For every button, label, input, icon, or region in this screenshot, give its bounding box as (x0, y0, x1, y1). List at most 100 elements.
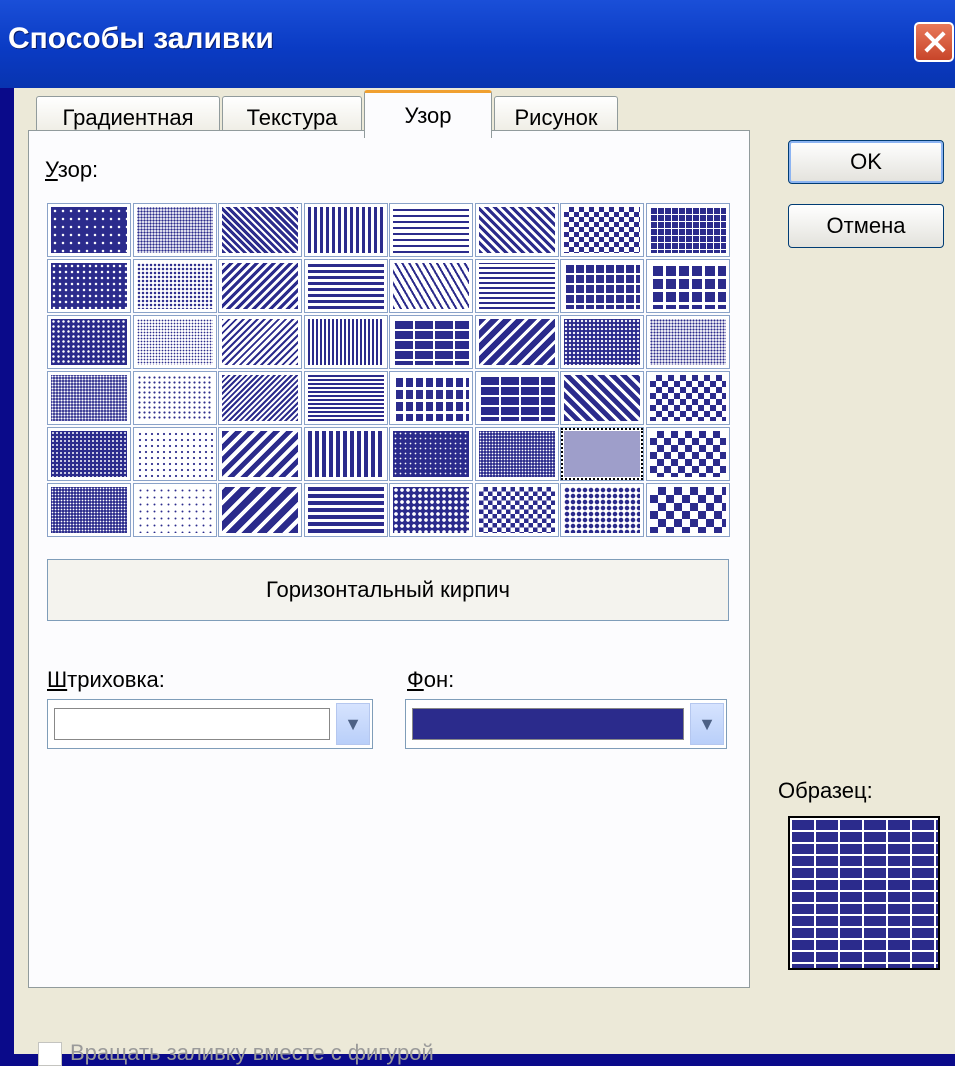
pattern-swatch[interactable] (389, 427, 473, 481)
pattern-swatch[interactable] (474, 203, 559, 257)
pattern-swatch[interactable] (303, 483, 388, 537)
pattern-fill (136, 431, 213, 477)
pattern-fill (393, 207, 469, 253)
pattern-fill (51, 207, 127, 253)
pattern-fill (478, 487, 555, 533)
foreground-label: Штриховка: (47, 667, 165, 692)
close-icon[interactable] (914, 22, 954, 62)
pattern-swatch[interactable] (303, 259, 388, 313)
pattern-swatch[interactable] (47, 259, 131, 313)
pattern-fill (222, 431, 298, 477)
pattern-swatch[interactable] (389, 371, 473, 425)
pattern-fill (51, 319, 127, 365)
pattern-swatch[interactable] (474, 259, 559, 313)
pattern-swatch[interactable] (47, 203, 131, 257)
pattern-fill (478, 375, 555, 421)
pattern-fill (222, 375, 298, 421)
pattern-swatch[interactable] (389, 203, 473, 257)
pattern-fill (307, 263, 384, 309)
pattern-swatch[interactable] (132, 371, 217, 425)
pattern-fill (136, 319, 213, 365)
pattern-swatch[interactable] (645, 315, 730, 369)
pattern-fill (564, 319, 640, 365)
pattern-fill (478, 263, 555, 309)
chevron-down-icon[interactable]: ▼ (690, 703, 724, 745)
pattern-tab-panel: Узор: Горизонтальный кирпич Штриховка: ▼… (28, 130, 750, 988)
pattern-swatch[interactable] (474, 427, 559, 481)
pattern-fill (222, 207, 298, 253)
pattern-fill (222, 263, 298, 309)
pattern-swatch[interactable] (132, 427, 217, 481)
tab-pattern[interactable]: Узор (364, 90, 492, 138)
pattern-fill (649, 207, 726, 253)
cancel-button[interactable]: Отмена (788, 204, 944, 248)
pattern-label: Узор: (45, 157, 99, 182)
dialog-title: Способы заливки (8, 22, 274, 55)
sample-preview (788, 816, 940, 970)
pattern-grid (47, 203, 733, 537)
pattern-swatch[interactable] (560, 203, 644, 257)
pattern-fill (136, 207, 213, 253)
pattern-swatch[interactable] (474, 371, 559, 425)
pattern-swatch[interactable] (645, 427, 730, 481)
pattern-fill (564, 431, 640, 477)
background-label: Фон: (407, 667, 455, 692)
rotate-fill-label: Вращать заливку вместе с фигурой (70, 1040, 434, 1065)
pattern-swatch[interactable] (218, 315, 302, 369)
pattern-swatch[interactable] (218, 483, 302, 537)
pattern-swatch[interactable] (47, 427, 131, 481)
pattern-fill (393, 375, 469, 421)
pattern-swatch[interactable] (132, 315, 217, 369)
pattern-fill (649, 375, 726, 421)
pattern-swatch[interactable] (218, 259, 302, 313)
pattern-swatch[interactable] (645, 483, 730, 537)
pattern-swatch[interactable] (47, 483, 131, 537)
pattern-fill (649, 487, 726, 533)
pattern-swatch[interactable] (303, 371, 388, 425)
pattern-swatch[interactable] (389, 315, 473, 369)
pattern-swatch[interactable] (218, 371, 302, 425)
pattern-swatch[interactable] (474, 315, 559, 369)
pattern-swatch[interactable] (645, 203, 730, 257)
pattern-swatch[interactable] (389, 259, 473, 313)
pattern-swatch[interactable] (474, 483, 559, 537)
pattern-swatch[interactable] (303, 203, 388, 257)
pattern-swatch[interactable] (560, 371, 644, 425)
pattern-swatch[interactable] (132, 483, 217, 537)
pattern-swatch[interactable] (218, 427, 302, 481)
pattern-fill (564, 263, 640, 309)
dialog-body: Градиентная Текстура Узор Рисунок Узор: … (14, 88, 955, 1066)
pattern-swatch[interactable] (645, 259, 730, 313)
pattern-fill (307, 431, 384, 477)
pattern-swatch[interactable] (218, 203, 302, 257)
foreground-color-dropdown[interactable]: ▼ (47, 699, 373, 749)
pattern-fill (51, 263, 127, 309)
title-bar: Способы заливки (0, 0, 955, 88)
pattern-fill (307, 375, 384, 421)
pattern-fill (478, 207, 555, 253)
pattern-swatch[interactable] (132, 203, 217, 257)
pattern-swatch[interactable] (389, 483, 473, 537)
pattern-fill (51, 431, 127, 477)
pattern-swatch[interactable] (47, 371, 131, 425)
background-color-dropdown[interactable]: ▼ (405, 699, 727, 749)
pattern-fill (307, 319, 384, 365)
pattern-swatch[interactable] (560, 427, 644, 481)
ok-button[interactable]: OK (788, 140, 944, 184)
pattern-swatch[interactable] (560, 483, 644, 537)
pattern-swatch[interactable] (645, 371, 730, 425)
pattern-swatch[interactable] (303, 427, 388, 481)
pattern-fill (564, 375, 640, 421)
pattern-swatch[interactable] (303, 315, 388, 369)
rotate-fill-checkbox[interactable] (38, 1042, 62, 1066)
pattern-swatch[interactable] (560, 259, 644, 313)
pattern-fill (51, 487, 127, 533)
pattern-swatch[interactable] (47, 315, 131, 369)
pattern-swatch[interactable] (132, 259, 217, 313)
sample-label: Образец: (778, 778, 873, 803)
pattern-fill (307, 207, 384, 253)
chevron-down-icon[interactable]: ▼ (336, 703, 370, 745)
pattern-swatch[interactable] (560, 315, 644, 369)
pattern-fill (222, 319, 298, 365)
pattern-fill (564, 487, 640, 533)
